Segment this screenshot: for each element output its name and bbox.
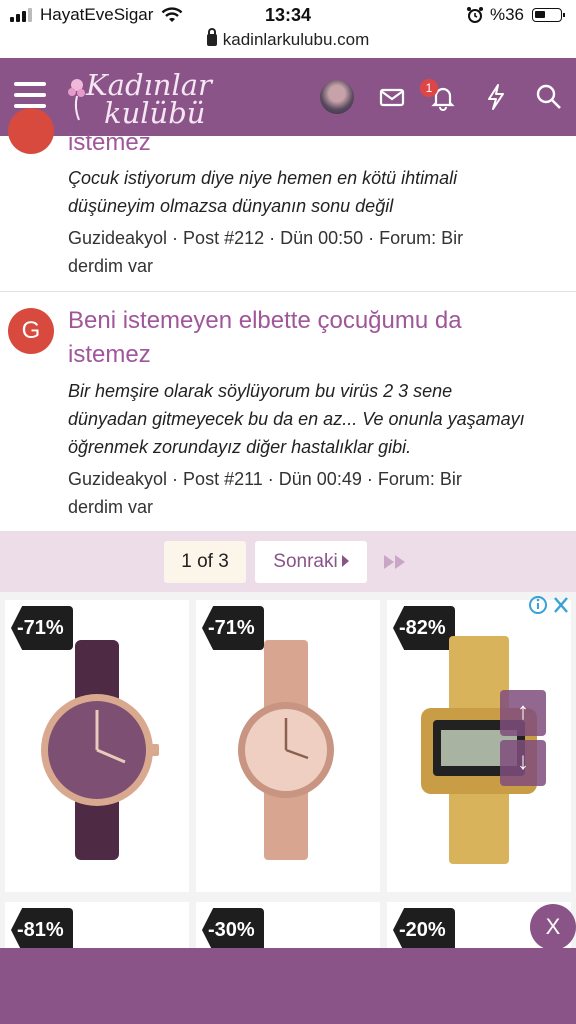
list-item[interactable]: istemez Çocuk istiyorum diye niye hemen … [0, 108, 576, 292]
battery-icon [532, 8, 565, 22]
ad-product-tile[interactable]: -30% [196, 902, 380, 948]
ad-banner[interactable]: -71% -71% -82% -81% -30% -20% [0, 592, 576, 948]
adchoices-icon[interactable] [528, 594, 572, 616]
hamburger-icon[interactable] [14, 82, 46, 110]
watch-image [238, 640, 334, 860]
arrow-up-icon[interactable]: ↑ [500, 690, 546, 736]
ad-product-tile[interactable]: -71% [5, 600, 189, 892]
result-snippet: Çocuk istiyorum diye niye hemen en kötü … [68, 168, 458, 216]
battery-percent: %36 [489, 5, 524, 24]
mail-icon[interactable] [377, 82, 407, 112]
close-ad-button[interactable]: X [530, 904, 576, 950]
status-bar: HayatEveSigar 13:34 %36 [0, 0, 576, 30]
lightning-icon[interactable] [481, 82, 511, 112]
discount-badge: -81% [11, 908, 73, 948]
page-current[interactable]: 1 of 3 [164, 541, 246, 583]
discount-badge: -30% [202, 908, 264, 948]
logo-flower-icon [68, 79, 85, 121]
caret-right-icon [341, 555, 349, 567]
avatar: G [8, 308, 54, 354]
arrow-down-icon[interactable]: ↓ [500, 740, 546, 786]
site-logo[interactable]: Kadınlar kulübü [66, 66, 216, 130]
bottom-bar [0, 948, 576, 1024]
search-icon[interactable] [534, 82, 564, 112]
user-avatar[interactable] [320, 80, 354, 114]
notification-badge: 1 [420, 79, 438, 97]
result-title[interactable]: Beni istemeyen elbette çocuğumu da istem… [68, 304, 462, 372]
result-meta: Guzideakyol · Post #212 · Dün 00:50 · Fo… [68, 228, 464, 276]
watch-image [41, 640, 159, 860]
url-bar[interactable]: kadinlarkulubu.com [0, 28, 576, 58]
next-label: Sonraki [273, 551, 338, 572]
next-page-button[interactable]: Sonraki [255, 541, 367, 583]
ad-product-tile[interactable]: -81% [5, 902, 189, 948]
result-title[interactable]: istemez [68, 126, 151, 160]
logo-line2: kulübü [104, 96, 206, 130]
pagination: 1 of 3 Sonraki [0, 532, 576, 592]
status-right: %36 [466, 5, 565, 25]
result-meta: Guzideakyol · Post #211 · Dün 00:49 · Fo… [68, 469, 462, 517]
list-item[interactable]: G Beni istemeyen elbette çocuğumu da ist… [0, 292, 576, 532]
discount-badge: -20% [393, 908, 455, 948]
fast-forward-icon[interactable] [384, 555, 408, 569]
alarm-icon [466, 7, 483, 23]
url-text: kadinlarkulubu.com [222, 30, 370, 49]
lock-icon [206, 28, 217, 46]
result-snippet: Bir hemşire olarak söylüyorum bu virüs 2… [68, 381, 525, 457]
ad-product-tile[interactable]: -71% [196, 600, 380, 892]
avatar [8, 108, 54, 154]
